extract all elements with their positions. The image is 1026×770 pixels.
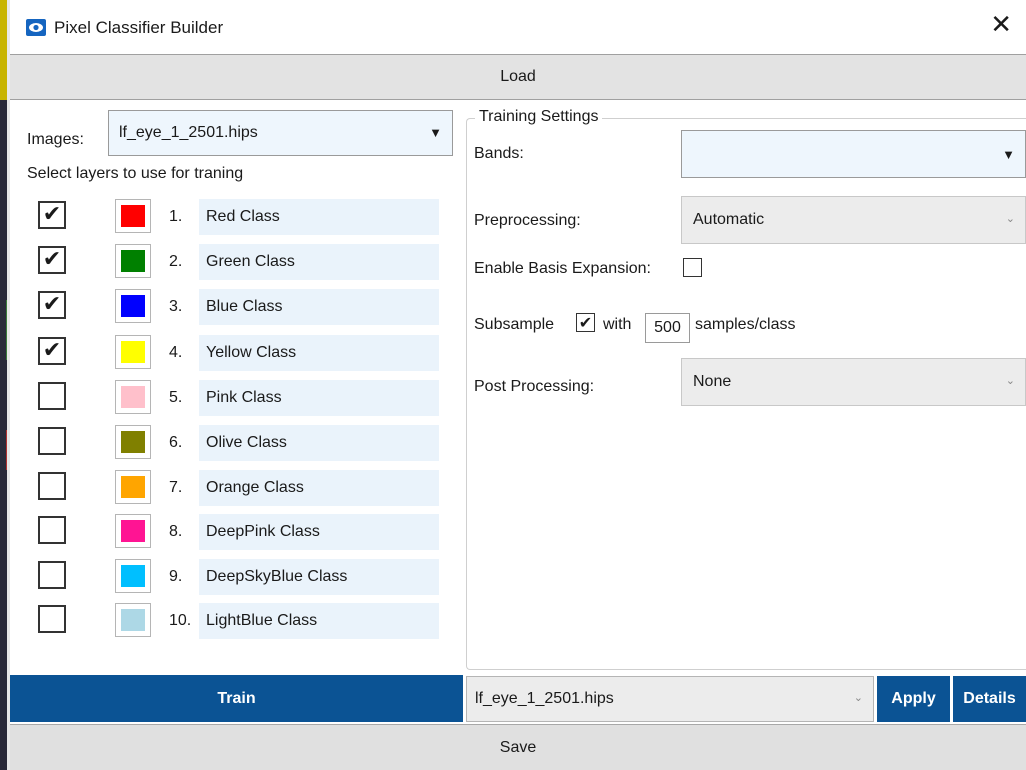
layer-checkbox[interactable] xyxy=(38,561,66,589)
file-value: lf_eye_1_2501.hips xyxy=(475,690,614,707)
preprocessing-value: Automatic xyxy=(693,211,765,228)
color-swatch xyxy=(121,250,145,272)
layer-number: 3. xyxy=(169,298,183,315)
layer-row: ✔ 1. Red Class xyxy=(38,199,440,235)
chevron-down-icon: ⌄ xyxy=(1005,213,1015,225)
bands-dropdown[interactable]: ▼ xyxy=(681,130,1026,178)
color-swatch-button[interactable] xyxy=(115,425,151,459)
post-processing-dropdown[interactable]: None ⌄ xyxy=(681,358,1026,406)
layer-name-field[interactable]: DeepSkyBlue Class xyxy=(199,559,439,595)
layer-number: 1. xyxy=(169,208,183,225)
layer-checkbox[interactable]: ✔ xyxy=(38,246,66,274)
color-swatch-button[interactable] xyxy=(115,244,151,278)
color-swatch-button[interactable] xyxy=(115,289,151,323)
layer-checkbox[interactable]: ✔ xyxy=(38,291,66,319)
layer-number: 8. xyxy=(169,523,183,540)
file-dropdown[interactable]: lf_eye_1_2501.hips ⌄ xyxy=(466,676,874,722)
layer-row: 5. Pink Class xyxy=(38,380,440,416)
layer-name-field[interactable]: Orange Class xyxy=(199,470,439,506)
basis-expansion-checkbox[interactable] xyxy=(683,258,702,277)
layer-row: 10. LightBlue Class xyxy=(38,603,440,639)
color-swatch xyxy=(121,341,145,363)
post-processing-label: Post Processing: xyxy=(474,378,595,395)
layer-name-field[interactable]: DeepPink Class xyxy=(199,514,439,550)
layer-name-field[interactable]: Green Class xyxy=(199,244,439,280)
layer-row: ✔ 2. Green Class xyxy=(38,244,440,280)
post-processing-value: None xyxy=(693,373,732,390)
app-eye-icon xyxy=(26,19,46,36)
color-swatch xyxy=(121,431,145,453)
chevron-down-icon: ⌄ xyxy=(1005,375,1015,387)
layer-name-field[interactable]: Olive Class xyxy=(199,425,439,461)
layer-number: 5. xyxy=(169,389,183,406)
images-label: Images: xyxy=(27,131,84,148)
layers-hint: Select layers to use for traning xyxy=(27,165,244,182)
layer-number: 4. xyxy=(169,344,183,361)
apply-button[interactable]: Apply xyxy=(877,676,950,722)
layer-row: 6. Olive Class xyxy=(38,425,440,461)
background-window-edge xyxy=(0,0,10,770)
color-swatch xyxy=(121,476,145,498)
color-swatch-button[interactable] xyxy=(115,470,151,504)
color-swatch-button[interactable] xyxy=(115,335,151,369)
samples-suffix: samples/class xyxy=(695,316,796,333)
subsample-label: Subsample xyxy=(474,316,555,333)
preprocessing-dropdown[interactable]: Automatic ⌄ xyxy=(681,196,1026,244)
subsample-checkbox[interactable]: ✔ xyxy=(576,313,595,332)
layer-checkbox[interactable] xyxy=(38,382,66,410)
layer-row: 9. DeepSkyBlue Class xyxy=(38,559,440,595)
training-settings-title: Training Settings xyxy=(475,108,603,126)
color-swatch xyxy=(121,386,145,408)
layer-checkbox[interactable] xyxy=(38,472,66,500)
color-swatch xyxy=(121,520,145,542)
layer-number: 2. xyxy=(169,253,183,270)
images-dropdown[interactable]: lf_eye_1_2501.hips ▼ xyxy=(108,110,453,156)
layer-name-field[interactable]: Yellow Class xyxy=(199,335,439,371)
layer-name-field[interactable]: LightBlue Class xyxy=(199,603,439,639)
close-icon[interactable]: ✕ xyxy=(990,10,1012,40)
color-swatch xyxy=(121,609,145,631)
bands-label: Bands: xyxy=(474,145,524,162)
layer-row: ✔ 4. Yellow Class xyxy=(38,335,440,371)
images-selected-value: lf_eye_1_2501.hips xyxy=(119,124,258,141)
layer-checkbox[interactable] xyxy=(38,605,66,633)
title-bar: Pixel Classifier Builder ✕ xyxy=(10,0,1026,54)
color-swatch-button[interactable] xyxy=(115,199,151,233)
color-swatch-button[interactable] xyxy=(115,603,151,637)
layer-row: ✔ 3. Blue Class xyxy=(38,289,440,325)
layer-checkbox[interactable]: ✔ xyxy=(38,337,66,365)
layer-row: 8. DeepPink Class xyxy=(38,514,440,550)
color-swatch xyxy=(121,295,145,317)
layer-number: 10. xyxy=(169,612,192,629)
preprocessing-label: Preprocessing: xyxy=(474,212,581,229)
chevron-down-icon: ▼ xyxy=(1002,147,1015,162)
with-label: with xyxy=(603,316,632,333)
chevron-down-icon: ⌄ xyxy=(853,692,863,704)
layer-checkbox[interactable]: ✔ xyxy=(38,201,66,229)
save-button[interactable]: Save xyxy=(10,724,1026,770)
basis-expansion-label: Enable Basis Expansion: xyxy=(474,260,651,277)
color-swatch-button[interactable] xyxy=(115,380,151,414)
layer-name-field[interactable]: Blue Class xyxy=(199,289,439,325)
layer-number: 6. xyxy=(169,434,183,451)
load-button[interactable]: Load xyxy=(10,54,1026,100)
chevron-down-icon: ▼ xyxy=(429,125,442,140)
color-swatch xyxy=(121,205,145,227)
layer-number: 9. xyxy=(169,568,183,585)
layer-checkbox[interactable] xyxy=(38,427,66,455)
color-swatch-button[interactable] xyxy=(115,559,151,593)
color-swatch-button[interactable] xyxy=(115,514,151,548)
layer-row: 7. Orange Class xyxy=(38,470,440,506)
train-button[interactable]: Train xyxy=(10,675,463,722)
window-title: Pixel Classifier Builder xyxy=(54,18,224,37)
layer-name-field[interactable]: Pink Class xyxy=(199,380,439,416)
color-swatch xyxy=(121,565,145,587)
layer-number: 7. xyxy=(169,479,183,496)
layer-name-field[interactable]: Red Class xyxy=(199,199,439,235)
details-button[interactable]: Details xyxy=(953,676,1026,722)
layer-checkbox[interactable] xyxy=(38,516,66,544)
samples-input[interactable]: 500 xyxy=(645,313,690,343)
